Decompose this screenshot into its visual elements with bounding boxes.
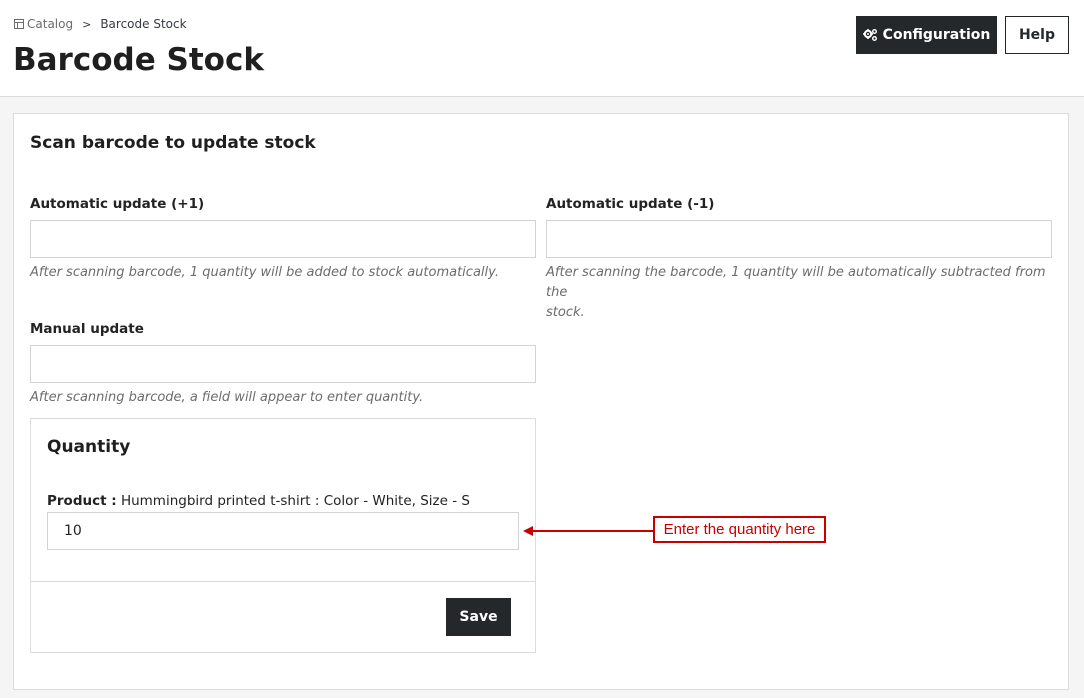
auto-plus-input[interactable] [30,220,536,258]
card-title: Scan barcode to update stock [30,133,316,153]
catalog-icon [14,19,24,29]
auto-minus-label: Automatic update (-1) [546,196,715,212]
manual-update-label: Manual update [30,321,144,337]
page-title: Barcode Stock [13,42,264,78]
configuration-button[interactable]: Configuration [856,16,997,54]
quantity-title: Quantity [47,437,131,457]
manual-update-help: After scanning barcode, a field will app… [30,390,424,405]
product-name: Hummingbird printed t-shirt : Color - Wh… [120,493,470,509]
annotation-callout: Enter the quantity here [653,516,826,543]
product-label: Product : [47,493,117,509]
annotation-arrow [523,526,654,536]
product-line: Product : Hummingbird printed t-shirt : … [47,493,470,509]
breadcrumb-catalog-link[interactable]: Catalog [27,17,73,31]
breadcrumb-current: Barcode Stock [100,17,187,31]
panel-divider [31,581,535,582]
auto-minus-help: After scanning the barcode, 1 quantity w… [546,263,1052,323]
auto-minus-input[interactable] [546,220,1052,258]
breadcrumb-separator: > [82,17,92,31]
quantity-input[interactable]: 10 [47,512,519,550]
auto-minus-help-line2: stock. [546,305,585,320]
auto-minus-help-line1: After scanning the barcode, 1 quantity w… [546,265,1046,300]
manual-update-input[interactable] [30,345,536,383]
help-button[interactable]: Help [1005,16,1069,54]
auto-plus-help: After scanning barcode, 1 quantity will … [30,265,499,280]
breadcrumb: Catalog > Barcode Stock [14,17,187,31]
save-button[interactable]: Save [446,598,511,636]
auto-plus-label: Automatic update (+1) [30,196,205,212]
gears-icon [862,29,877,41]
configuration-label: Configuration [882,27,991,43]
